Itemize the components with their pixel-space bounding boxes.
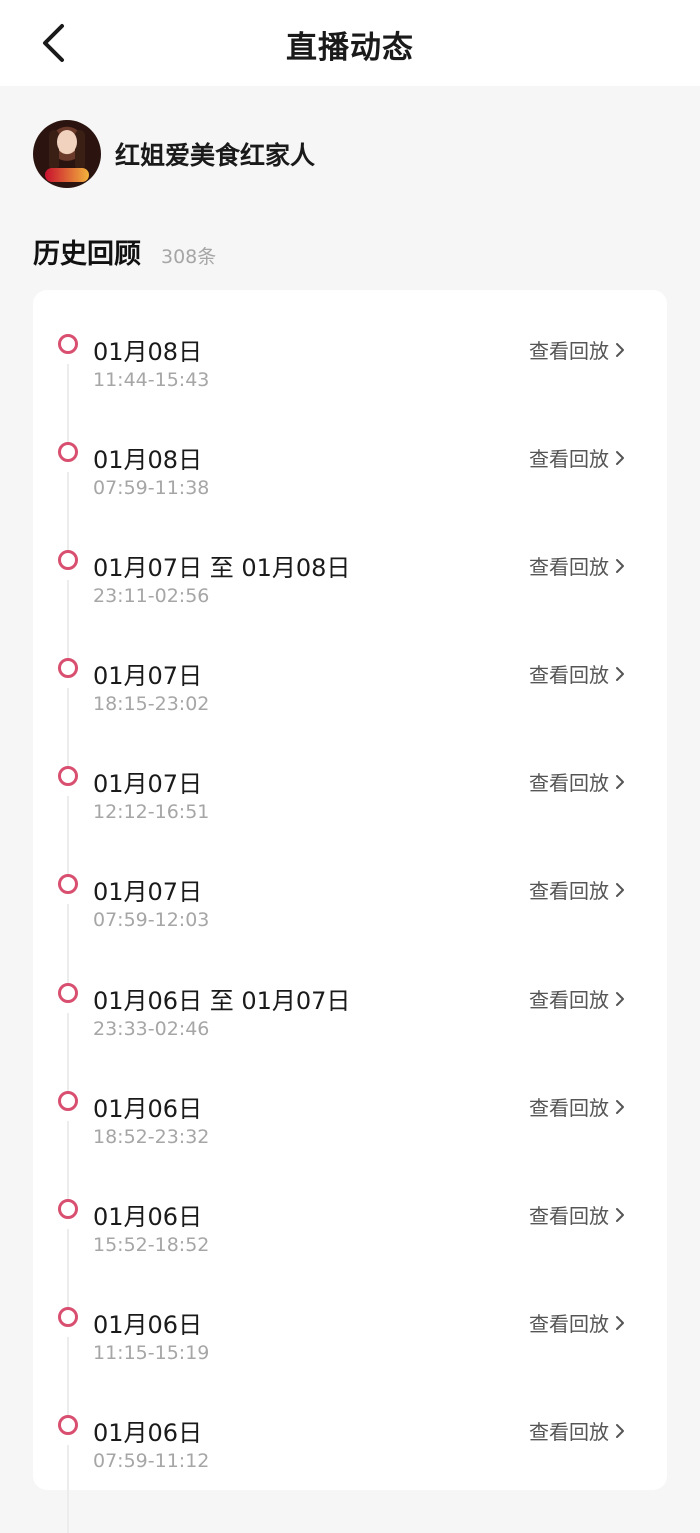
chevron-right-icon (615, 450, 625, 466)
view-replay-button[interactable]: 查看回放 (529, 335, 625, 364)
session-time: 12:12-16:51 (93, 801, 210, 823)
timeline-dot-icon (58, 874, 78, 894)
view-replay-button[interactable]: 查看回放 (529, 1092, 625, 1121)
view-replay-button[interactable]: 查看回放 (529, 875, 625, 904)
session-time: 11:15-15:19 (93, 1342, 210, 1364)
timeline-dot-icon (58, 658, 78, 678)
list-item[interactable]: 01月07日 至 01月08日 23:11-02:56 查看回放 (33, 506, 667, 668)
view-replay-button[interactable]: 查看回放 (529, 443, 625, 472)
view-replay-label: 查看回放 (529, 555, 609, 579)
list-item[interactable]: 01月07日 18:15-23:02 查看回放 (33, 614, 667, 776)
list-item[interactable]: 01月06日 至 01月07日 23:33-02:46 查看回放 (33, 939, 667, 1101)
chevron-right-icon (615, 774, 625, 790)
list-item[interactable]: 01月06日 18:52-23:32 查看回放 (33, 1047, 667, 1209)
view-replay-button[interactable]: 查看回放 (529, 1308, 625, 1337)
anchor-profile[interactable]: 红姐爱美食红家人 (33, 120, 315, 188)
chevron-right-icon (615, 666, 625, 682)
timeline-dot-icon (58, 1415, 78, 1435)
session-time: 18:52-23:32 (93, 1126, 210, 1148)
list-item[interactable]: 01月06日 11:15-15:19 查看回放 (33, 1263, 667, 1425)
session-time: 23:11-02:56 (93, 585, 210, 607)
view-replay-button[interactable]: 查看回放 (529, 551, 625, 580)
session-time: 23:33-02:46 (93, 1018, 210, 1040)
session-date: 01月06日 (93, 1311, 203, 1339)
timeline-dot-icon (58, 1199, 78, 1219)
session-date: 01月08日 (93, 338, 203, 366)
chevron-right-icon (615, 882, 625, 898)
page-title: 直播动态 (286, 30, 414, 66)
session-date: 01月07日 至 01月08日 (93, 554, 351, 582)
chevron-right-icon (615, 558, 625, 574)
view-replay-label: 查看回放 (529, 879, 609, 903)
top-nav-bar: 直播动态 (0, 0, 700, 86)
view-replay-button[interactable]: 查看回放 (529, 984, 625, 1013)
session-time: 07:59-11:38 (93, 477, 210, 499)
view-replay-button[interactable]: 查看回放 (529, 1200, 625, 1229)
view-replay-label: 查看回放 (529, 1420, 609, 1444)
session-date: 01月06日 (93, 1203, 203, 1231)
view-replay-label: 查看回放 (529, 771, 609, 795)
list-item[interactable]: 01月06日 07:59-11:12 查看回放 (33, 1371, 667, 1533)
session-date: 01月07日 (93, 878, 203, 906)
timeline-dot-icon (58, 442, 78, 462)
list-item[interactable]: 01月07日 12:12-16:51 查看回放 (33, 722, 667, 884)
avatar[interactable] (33, 120, 101, 188)
session-time: 07:59-11:12 (93, 1450, 210, 1472)
session-date: 01月08日 (93, 446, 203, 474)
view-replay-label: 查看回放 (529, 339, 609, 363)
chevron-right-icon (615, 1315, 625, 1331)
timeline-dot-icon (58, 1307, 78, 1327)
view-replay-button[interactable]: 查看回放 (529, 767, 625, 796)
timeline-dot-icon (58, 1091, 78, 1111)
history-count: 308条 (161, 246, 217, 268)
view-replay-label: 查看回放 (529, 447, 609, 471)
session-date: 01月06日 (93, 1095, 203, 1123)
list-item[interactable]: 01月07日 07:59-12:03 查看回放 (33, 830, 667, 992)
view-replay-label: 查看回放 (529, 663, 609, 687)
chevron-right-icon (615, 991, 625, 1007)
history-header: 历史回顾 308条 (33, 232, 216, 271)
timeline-dot-icon (58, 334, 78, 354)
view-replay-button[interactable]: 查看回放 (529, 659, 625, 688)
session-time: 15:52-18:52 (93, 1234, 210, 1256)
list-item[interactable]: 01月08日 11:44-15:43 查看回放 (33, 290, 667, 452)
session-date: 01月07日 (93, 770, 203, 798)
session-date: 01月07日 (93, 662, 203, 690)
timeline-dot-icon (58, 550, 78, 570)
view-replay-label: 查看回放 (529, 1204, 609, 1228)
session-time: 11:44-15:43 (93, 369, 210, 391)
history-list: 01月08日 11:44-15:43 查看回放 01月08日 07:59-11:38 查看… (33, 290, 667, 1533)
chevron-right-icon (615, 1207, 625, 1223)
chevron-right-icon (615, 1099, 625, 1115)
timeline-connector (67, 1445, 69, 1533)
session-date: 01月06日 (93, 1419, 203, 1447)
history-title: 历史回顾 (33, 239, 141, 270)
view-replay-label: 查看回放 (529, 1096, 609, 1120)
timeline-dot-icon (58, 983, 78, 1003)
anchor-name: 红姐爱美食红家人 (115, 141, 316, 170)
session-time: 07:59-12:03 (93, 909, 210, 931)
session-time: 18:15-23:02 (93, 693, 210, 715)
view-replay-label: 查看回放 (529, 1312, 609, 1336)
timeline-dot-icon (58, 766, 78, 786)
list-item[interactable]: 01月08日 07:59-11:38 查看回放 (33, 398, 667, 560)
view-replay-button[interactable]: 查看回放 (529, 1416, 625, 1445)
chevron-right-icon (615, 342, 625, 358)
session-date: 01月06日 至 01月07日 (93, 987, 351, 1015)
view-replay-label: 查看回放 (529, 988, 609, 1012)
list-item[interactable]: 01月06日 15:52-18:52 查看回放 (33, 1155, 667, 1317)
chevron-right-icon (615, 1423, 625, 1439)
